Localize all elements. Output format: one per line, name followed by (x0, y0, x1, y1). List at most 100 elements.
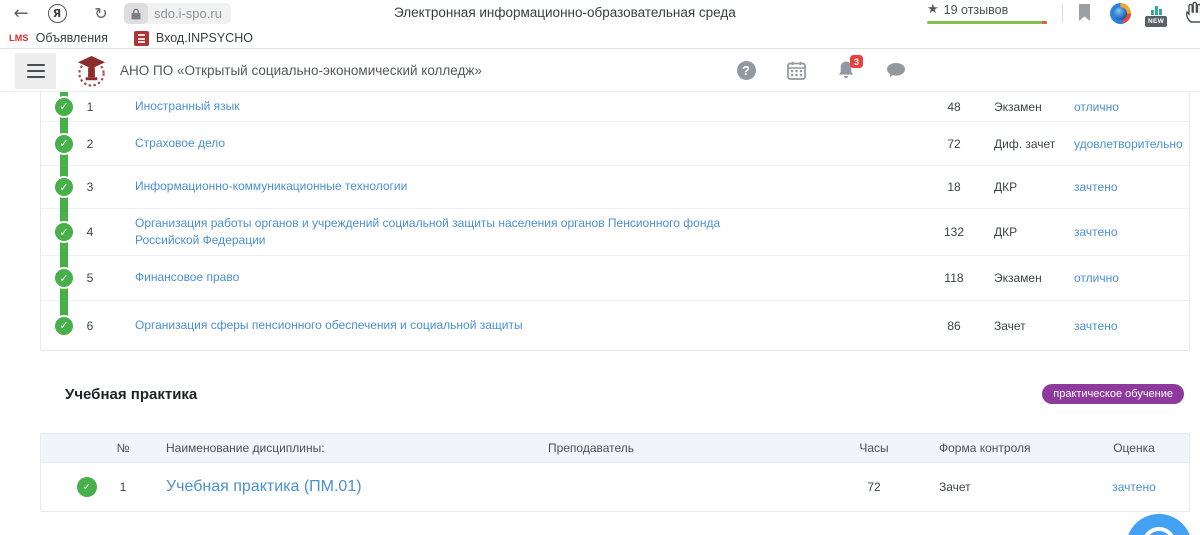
completed-check-icon: ✓ (53, 133, 75, 155)
calendar-icon[interactable] (785, 59, 807, 81)
discipline-link[interactable]: Организация сферы пенсионного обеспечени… (135, 317, 523, 334)
discipline-hours: 72 (914, 137, 994, 151)
completed-check-icon: ✓ (53, 176, 75, 198)
extension-sphere-icon[interactable] (1110, 3, 1131, 24)
address-bar[interactable]: sdo.i-spo.ru (124, 3, 231, 24)
reviews-rating-bar (927, 21, 1047, 24)
yandex-browser-icon[interactable]: Я (46, 2, 68, 24)
practice-table: № Наименование дисциплины: Преподаватель… (40, 433, 1190, 512)
discipline-number: 4 (75, 225, 105, 239)
inpsycho-favicon (134, 31, 149, 46)
browser-toolbar: ← Я ↻ sdo.i-spo.ru Электронная информаци… (0, 0, 1200, 28)
completed-check-icon: ✓ (53, 267, 75, 289)
college-logo (76, 54, 107, 88)
discipline-control: Экзамен (994, 271, 1074, 285)
section-title: Учебная практика (65, 386, 197, 403)
chat-bubble-icon (1142, 527, 1176, 535)
completed-check-icon: ✓ (53, 221, 75, 243)
practice-table-header: № Наименование дисциплины: Преподаватель… (41, 434, 1189, 463)
completed-check-icon: ✓ (77, 477, 97, 497)
discipline-link[interactable]: Организация работы органов и учреждений … (135, 215, 775, 250)
discipline-number: 6 (75, 319, 105, 333)
practice-type-badge: практическое обучение (1042, 384, 1184, 404)
discipline-hours: 18 (914, 180, 994, 194)
discipline-control: Экзамен (994, 100, 1074, 114)
discipline-number: 3 (75, 180, 105, 194)
practice-section-header: Учебная практика практическое обучение (65, 382, 1184, 406)
bookmarks-bar: LMS Объявления Вход.INPSYCHO (0, 28, 1200, 49)
rating-bar-tip (1042, 21, 1047, 24)
help-icon[interactable]: ? (735, 59, 757, 81)
grade-link[interactable]: удовлетворительно (1074, 137, 1183, 151)
discipline-link[interactable]: Информационно-коммуникационные технологи… (135, 178, 407, 195)
grade-link[interactable]: зачтено (1074, 225, 1118, 239)
completed-check-icon: ✓ (53, 315, 75, 337)
page-title: Электронная информационно-образовательна… (394, 5, 736, 20)
header-grade: Оценка (1079, 441, 1189, 455)
messages-chat-icon[interactable] (885, 59, 907, 81)
url-text: sdo.i-spo.ru (154, 6, 222, 21)
discipline-link[interactable]: Иностранный язык (135, 98, 240, 115)
discipline-row: ✓ 4 Организация работы органов и учрежде… (41, 209, 1189, 256)
main-content: ✓ 1 Иностранный язык 48 Экзамен отлично … (0, 92, 1200, 535)
practice-row: ✓ 1 Учебная практика (ПМ.01) 72 Зачет за… (41, 463, 1189, 511)
header-num: № (103, 441, 143, 455)
grade-link[interactable]: зачтено (1112, 480, 1156, 494)
practice-number: 1 (103, 480, 143, 494)
refresh-button[interactable]: ↻ (90, 2, 112, 24)
college-name: АНО ПО «Открытый социально-экономический… (120, 63, 482, 78)
practice-hours: 72 (829, 480, 919, 494)
notifications-bell-icon[interactable]: 3 (835, 59, 857, 81)
bookmark-item-lms[interactable]: LMS Объявления (9, 31, 108, 45)
toolbar-divider (1062, 4, 1063, 22)
reviews-label: 19 отзывов (944, 3, 1009, 17)
notifications-count-badge: 3 (850, 55, 863, 68)
grade-link[interactable]: отлично (1074, 271, 1119, 285)
site-header: АНО ПО «Открытый социально-экономический… (0, 50, 1200, 92)
discipline-control: ДКР (994, 180, 1074, 194)
discipline-hours: 118 (914, 271, 994, 285)
completed-check-icon: ✓ (53, 96, 75, 118)
discipline-link[interactable]: Страховое дело (135, 135, 225, 152)
hand-pointer-icon[interactable] (1183, 0, 1200, 26)
practice-control: Зачет (919, 480, 1079, 494)
discipline-hours: 86 (914, 319, 994, 333)
discipline-number: 1 (75, 100, 105, 114)
extension-new-icon[interactable]: NEW (1144, 0, 1168, 27)
discipline-row: ✓ 1 Иностранный язык 48 Экзамен отлично (41, 92, 1189, 122)
bookmark-icon[interactable] (1078, 4, 1091, 22)
star-icon: ★ (927, 2, 939, 17)
bookmark-item-inpsycho[interactable]: Вход.INPSYCHO (134, 31, 253, 46)
discipline-row: ✓ 3 Информационно-коммуникационные техно… (41, 166, 1189, 209)
discipline-number: 2 (75, 137, 105, 151)
discipline-control: Зачет (994, 319, 1074, 333)
discipline-row: ✓ 6 Организация сферы пенсионного обеспе… (41, 301, 1189, 350)
discipline-control: Диф. зачет (994, 137, 1074, 151)
grade-link[interactable]: зачтено (1074, 180, 1118, 194)
practice-link[interactable]: Учебная практика (ПМ.01) (166, 478, 362, 495)
discipline-control: ДКР (994, 225, 1074, 239)
discipline-hours: 48 (914, 100, 994, 114)
grade-link[interactable]: отлично (1074, 100, 1119, 114)
reviews-button[interactable]: ★ 19 отзывов (927, 2, 1047, 24)
discipline-hours: 132 (914, 225, 994, 239)
header-icons: ? 3 (735, 59, 907, 81)
header-name: Наименование дисциплины: (143, 441, 511, 455)
menu-hamburger-button[interactable] (15, 53, 56, 89)
grade-link[interactable]: зачтено (1074, 319, 1118, 333)
browser-window: ← Я ↻ sdo.i-spo.ru Электронная информаци… (0, 0, 1200, 535)
lms-favicon: LMS (9, 33, 29, 43)
header-hours: Часы (829, 441, 919, 455)
mini-chart-icon (1151, 6, 1162, 15)
discipline-row: ✓ 2 Страховое дело 72 Диф. зачет удовлет… (41, 122, 1189, 166)
discipline-number: 5 (75, 271, 105, 285)
discipline-link[interactable]: Финансовое право (135, 269, 239, 286)
discipline-row: ✓ 5 Финансовое право 118 Экзамен отлично (41, 256, 1189, 301)
lock-icon (124, 3, 148, 24)
header-teacher: Преподаватель (511, 441, 671, 455)
back-button[interactable]: ← (8, 2, 34, 24)
bookmark-label: Объявления (36, 31, 108, 45)
bookmark-label: Вход.INPSYCHO (156, 31, 253, 45)
new-badge: NEW (1145, 16, 1167, 27)
disciplines-table: ✓ 1 Иностранный язык 48 Экзамен отлично … (40, 92, 1190, 351)
